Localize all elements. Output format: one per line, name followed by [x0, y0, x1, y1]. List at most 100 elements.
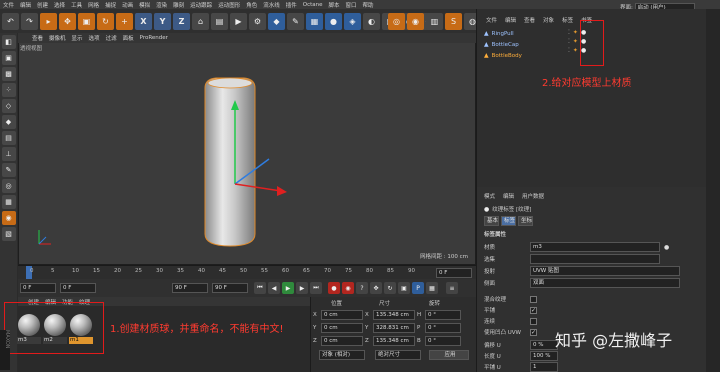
- apply-button[interactable]: 应用: [429, 350, 469, 360]
- menu-octane[interactable]: Octane: [303, 2, 323, 8]
- edges-mode-icon[interactable]: ◇: [1, 99, 16, 113]
- grid-icon[interactable]: ▧: [1, 227, 16, 241]
- menu-help[interactable]: 帮助: [363, 1, 374, 9]
- menu-simulate[interactable]: 模拟: [139, 1, 150, 9]
- material-swatch-m3[interactable]: m3: [17, 313, 41, 345]
- om-menu-tag[interactable]: 标签: [562, 16, 573, 24]
- uvw-bump-checkbox[interactable]: ✓: [530, 328, 537, 336]
- start-frame-field[interactable]: 0 F: [20, 283, 56, 293]
- select-icon[interactable]: ▸: [40, 12, 57, 30]
- material-swatch-m1[interactable]: m1: [69, 313, 93, 345]
- menu-mograph[interactable]: 运动图形: [218, 1, 240, 9]
- points-mode-icon[interactable]: ⁘: [1, 83, 16, 97]
- snap-icon[interactable]: ◎: [1, 179, 16, 193]
- coord-pos-field[interactable]: 0 cm: [321, 336, 363, 346]
- move-key-icon[interactable]: ✥: [370, 282, 382, 294]
- menu-snap[interactable]: 捕捉: [105, 1, 116, 9]
- rotate-key-icon[interactable]: ↻: [384, 282, 396, 294]
- z-axis-icon[interactable]: Z: [173, 12, 190, 30]
- grid-key-icon[interactable]: ▦: [426, 282, 438, 294]
- goto-start-icon[interactable]: ⏮: [254, 282, 266, 294]
- polygons-mode-icon[interactable]: ◆: [1, 115, 16, 129]
- material-swatch-m2[interactable]: m2: [43, 313, 67, 345]
- timeline-end-frame[interactable]: 0 F: [436, 268, 472, 278]
- render-settings-icon[interactable]: ⚙: [249, 12, 266, 30]
- tab-tag[interactable]: 标签: [501, 216, 517, 226]
- material-field[interactable]: m3: [530, 242, 660, 252]
- coord-pos-field[interactable]: 0 cm: [321, 323, 363, 333]
- om-menu-file[interactable]: 文件: [486, 16, 497, 24]
- coord-pos-field[interactable]: 0 cm: [321, 310, 363, 320]
- tile-checkbox[interactable]: ✓: [530, 306, 537, 314]
- autokey-icon[interactable]: ◉: [342, 282, 354, 294]
- viewport[interactable]: [18, 33, 476, 265]
- tab-basic[interactable]: 基本: [484, 216, 500, 226]
- redo-icon[interactable]: ↷: [21, 12, 38, 30]
- viewport-menu-options[interactable]: 选项: [89, 34, 100, 42]
- menu-plugins[interactable]: 插件: [286, 1, 297, 9]
- menu-animate[interactable]: 动画: [122, 1, 133, 9]
- make-editable-icon[interactable]: ◧: [1, 35, 16, 49]
- timeline-menu-icon[interactable]: ≡: [446, 282, 458, 294]
- film-icon[interactable]: ▤: [211, 12, 228, 30]
- coord-mode-dropdown[interactable]: 对象 (相对): [319, 350, 365, 360]
- menu-pipeline[interactable]: 流水线: [263, 1, 280, 9]
- max-frame-field[interactable]: 90 F: [212, 283, 248, 293]
- transform-icon[interactable]: +: [116, 12, 133, 30]
- visibility-dots-icon[interactable]: ⁚: [568, 29, 570, 36]
- om-menu-view[interactable]: 查看: [524, 16, 535, 24]
- cube-icon[interactable]: ◆: [268, 12, 285, 30]
- texture-mode-icon[interactable]: ▩: [1, 67, 16, 81]
- play-icon[interactable]: ▶: [282, 282, 294, 294]
- tiles-u-field[interactable]: 1: [530, 362, 558, 372]
- attr-menu-userdata[interactable]: 用户数据: [522, 192, 544, 200]
- menu-sculpt[interactable]: 雕刻: [173, 1, 184, 9]
- projection-dropdown[interactable]: UVW 贴图: [530, 266, 680, 276]
- material-name[interactable]: m1: [69, 337, 93, 344]
- lock-icon[interactable]: ◉: [1, 211, 16, 225]
- rotate-icon[interactable]: ↻: [97, 12, 114, 30]
- viewport-menu-panel[interactable]: 面板: [123, 34, 134, 42]
- octane-render-icon[interactable]: ◎: [388, 13, 405, 30]
- uv-mode-icon[interactable]: ▤: [1, 131, 16, 145]
- render-icon[interactable]: ▶: [230, 12, 247, 30]
- subdivide-icon[interactable]: ▦: [306, 12, 323, 30]
- viewport-menu-view[interactable]: 查看: [32, 34, 43, 42]
- menu-mesh[interactable]: 网格: [88, 1, 99, 9]
- model-mode-icon[interactable]: ▣: [1, 51, 16, 65]
- selection-field[interactable]: [530, 254, 660, 264]
- coord-size-mode-dropdown[interactable]: 绝对尺寸: [375, 350, 421, 360]
- octane-settings-icon[interactable]: ◉: [407, 13, 424, 30]
- octane-s-icon[interactable]: S: [445, 13, 462, 30]
- phong-tag-icon[interactable]: ✦: [573, 38, 578, 45]
- visibility-dots-icon[interactable]: ⁚: [568, 38, 570, 45]
- om-menu-edit[interactable]: 编辑: [505, 16, 516, 24]
- prev-frame-icon[interactable]: ◀: [268, 282, 280, 294]
- menu-render[interactable]: 渲染: [156, 1, 167, 9]
- phong-tag-icon[interactable]: ✦: [573, 47, 578, 54]
- coordinate-icon[interactable]: ⌂: [192, 12, 209, 30]
- object-name[interactable]: RingPull: [492, 31, 514, 37]
- timeline[interactable]: 0 5 10 15 20 25 30 35 40 45 50 55 60 65 …: [18, 265, 476, 280]
- material-name[interactable]: m2: [43, 337, 67, 344]
- coord-rot-field[interactable]: 0 °: [425, 310, 461, 320]
- visibility-dots-icon[interactable]: ⁚: [568, 47, 570, 54]
- end-frame-field[interactable]: 90 F: [172, 283, 208, 293]
- scale-icon[interactable]: ▣: [78, 12, 95, 30]
- offset-u-field[interactable]: 0 %: [530, 340, 558, 350]
- material-link-icon[interactable]: ●: [664, 244, 669, 251]
- menu-file[interactable]: 文件: [3, 1, 14, 9]
- goto-end-icon[interactable]: ⏭: [310, 282, 322, 294]
- menu-select[interactable]: 选择: [54, 1, 65, 9]
- viewport-menu-filter[interactable]: 过滤: [106, 34, 117, 42]
- x-axis-icon[interactable]: X: [135, 12, 152, 30]
- axis-mode-icon[interactable]: ⊥: [1, 147, 16, 161]
- sphere-icon[interactable]: ●: [325, 12, 342, 30]
- viewport-menu-display[interactable]: 显示: [72, 34, 83, 42]
- mix-checkbox[interactable]: [530, 295, 537, 303]
- side-dropdown[interactable]: 双面: [530, 278, 680, 288]
- tab-coordinates[interactable]: 坐标: [518, 216, 534, 226]
- length-u-field[interactable]: 100 %: [530, 351, 558, 361]
- keyframe-icon[interactable]: ?: [356, 282, 368, 294]
- om-menu-object[interactable]: 对象: [543, 16, 554, 24]
